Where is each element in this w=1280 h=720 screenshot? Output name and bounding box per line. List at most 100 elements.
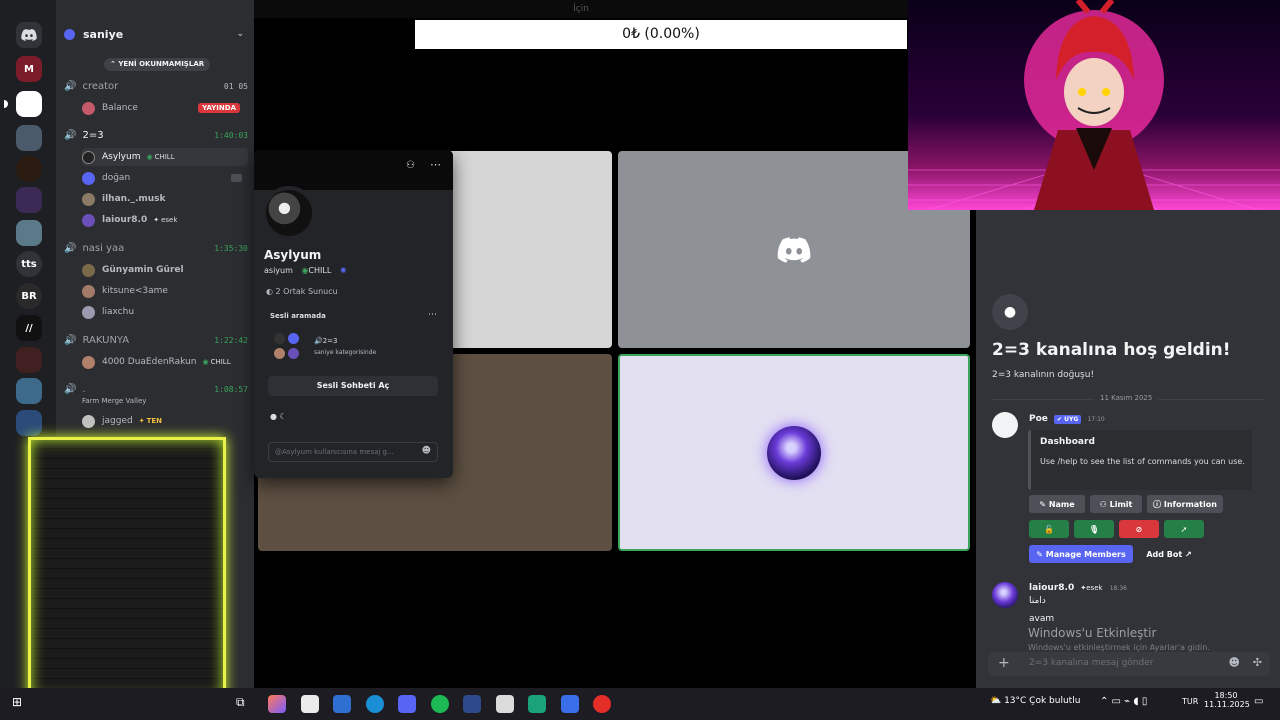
notification-icon[interactable]: ▭	[1254, 696, 1263, 707]
open-voice-chat-button[interactable]: Sesli Sohbeti Aç	[268, 376, 438, 396]
video-tile-speaking[interactable]	[618, 354, 970, 551]
server-icon[interactable]	[16, 220, 42, 246]
camera-off-button[interactable]: ⊘	[1119, 520, 1159, 538]
add-friend-icon[interactable]: ⚇	[406, 160, 415, 171]
channel-name: nasi yaa	[82, 242, 125, 254]
store-icon[interactable]	[333, 695, 351, 713]
server-icon[interactable]: //	[16, 315, 42, 341]
voice-user-selected[interactable]: Asylyum ◉ CHILL	[82, 148, 248, 166]
windows-start-icon[interactable]: ⊞	[12, 695, 30, 713]
profile-display-name: Asylyum	[264, 248, 322, 262]
server-icon[interactable]	[16, 410, 42, 436]
pencil-icon: ✎	[1036, 549, 1046, 559]
avatar	[82, 171, 95, 185]
date-divider: 11 Kasım 2025	[1094, 394, 1159, 402]
mutual-servers[interactable]: ◐ 2 Ortak Sunucu	[266, 287, 338, 296]
name-button[interactable]: ✎ Name	[1029, 495, 1085, 513]
limit-button[interactable]: ⚇ Limit	[1090, 495, 1142, 513]
app-icon[interactable]	[463, 695, 481, 713]
speech-bubble-icon: ●	[992, 294, 1028, 330]
voice-channel-2-3[interactable]: 🔊 2=3 1:40:03	[64, 126, 248, 144]
boost-button[interactable]: ➚	[1164, 520, 1204, 538]
file-icon[interactable]	[301, 695, 319, 713]
language-indicator[interactable]: TUR	[1182, 697, 1198, 706]
apps-icon[interactable]: ✣	[1253, 656, 1262, 669]
app-icon[interactable]	[496, 695, 514, 713]
clock[interactable]: 18:50 11.11.2025	[1204, 691, 1250, 709]
voice-user[interactable]: doğan	[82, 169, 248, 187]
tray-icons[interactable]: ⌃ ▭ ⌁ ◖ ▯	[1100, 696, 1147, 707]
server-icon[interactable]	[16, 156, 42, 182]
server-icon[interactable]	[16, 347, 42, 373]
profile-avatar[interactable]	[262, 186, 316, 240]
plus-icon[interactable]: +	[998, 655, 1010, 671]
unread-banner[interactable]: ⌃ YENİ OKUNMAMIŞLAR	[104, 58, 211, 71]
manage-members-button[interactable]: ✎ Manage Members	[1029, 545, 1133, 563]
server-icon[interactable]	[16, 187, 42, 213]
server-icon[interactable]: M	[16, 56, 42, 82]
camera-off-icon: ⊘	[1135, 524, 1143, 534]
voice-channel-nasi-yaa[interactable]: 🔊 nasi yaa 1:35:30	[64, 239, 248, 257]
stream-title: İçin	[573, 4, 589, 14]
mic-button[interactable]: 🎙	[1074, 520, 1114, 538]
copilot-icon[interactable]	[268, 695, 286, 713]
tag-icon: ◉	[146, 153, 153, 161]
voice-user[interactable]: kitsune<3ame	[82, 282, 248, 300]
voice-user[interactable]: liaxchu	[82, 303, 248, 321]
channel-name: .	[82, 383, 86, 395]
user-name: laiour8.0	[102, 215, 148, 225]
voice-user[interactable]: jagged ✦ TEN	[82, 412, 248, 430]
chevron-down-icon[interactable]: ⌄	[236, 29, 244, 39]
avatar	[82, 355, 95, 369]
add-bot-link[interactable]: Add Bot ↗	[1139, 545, 1199, 563]
discord-home-icon[interactable]	[16, 22, 42, 48]
more-icon[interactable]: ⋯	[430, 158, 441, 171]
server-icon-tts[interactable]: tts	[16, 251, 42, 277]
app-icon[interactable]	[528, 695, 546, 713]
speaker-icon: 🔊	[314, 337, 323, 345]
user-name: doğan	[102, 173, 131, 183]
voice-channel-creator[interactable]: 🔊 creator 01 05	[64, 77, 248, 95]
welcome-title: 2=3 kanalına hoş geldin!	[992, 340, 1231, 360]
voice-channel-ref[interactable]: 🔊2=3	[314, 337, 338, 345]
emoji-icon[interactable]: ☻	[1229, 656, 1240, 669]
discord-taskbar-icon[interactable]	[398, 695, 416, 713]
edge-icon[interactable]	[366, 695, 384, 713]
task-view-icon[interactable]: ⧉	[236, 695, 254, 713]
emoji-icon[interactable]: ☻	[422, 446, 431, 456]
voice-user[interactable]: Günyamin Gürel	[82, 261, 248, 279]
weather[interactable]: ⛅ 13°C Çok bulutlu	[990, 696, 1080, 706]
unlock-button[interactable]: 🔓	[1029, 520, 1069, 538]
information-button[interactable]: ⓘ Information	[1147, 495, 1223, 513]
avatar	[82, 192, 95, 206]
server-name: saniye	[83, 27, 124, 41]
youtube-icon[interactable]	[593, 695, 611, 713]
voice-user[interactable]: ilhan._.musk	[82, 190, 248, 208]
voice-user[interactable]: Balance YAYINDA	[82, 99, 248, 117]
message-line: دامنا	[1029, 596, 1046, 606]
server-icon[interactable]	[16, 125, 42, 151]
stream-title-bar: İçin	[254, 0, 908, 18]
user-name: 4000 DuaEdenRakun	[102, 357, 197, 367]
user-tag: ◉ CHILL	[146, 153, 175, 161]
more-icon[interactable]: ⋯	[428, 310, 437, 320]
user-avatar[interactable]	[992, 582, 1018, 608]
spotify-icon[interactable]	[431, 695, 449, 713]
server-header[interactable]: saniye ⌄	[56, 20, 254, 48]
voice-user[interactable]: 4000 DuaEdenRakun ◉ CHILL	[82, 353, 248, 371]
profile-message-input[interactable]: @Asylyum kullanıcısına mesaj g...	[268, 442, 438, 462]
dashboard-embed: Dashboard Use /help to see the list of c…	[1028, 430, 1252, 490]
voice-channel-rakunya[interactable]: 🔊 RAKUNYA 1:22:42	[64, 331, 248, 349]
bot-avatar[interactable]	[992, 412, 1018, 438]
voice-channel-dot[interactable]: 🔊 . 1:08:57	[64, 380, 248, 398]
server-icon[interactable]	[16, 91, 42, 117]
user-name: Balance	[102, 103, 138, 113]
app-icon[interactable]	[561, 695, 579, 713]
nitro-icon: ✺	[339, 266, 347, 275]
voice-user[interactable]: laiour8.0 ✦ esek	[82, 211, 248, 229]
message-input[interactable]: + 2=3 kanalına mesaj gönder ☻ ✣	[988, 652, 1270, 676]
channel-timer: 1:22:42	[214, 335, 248, 345]
server-icon-br[interactable]: BR	[16, 283, 42, 309]
user-name: jagged	[102, 416, 133, 426]
server-icon[interactable]	[16, 378, 42, 404]
